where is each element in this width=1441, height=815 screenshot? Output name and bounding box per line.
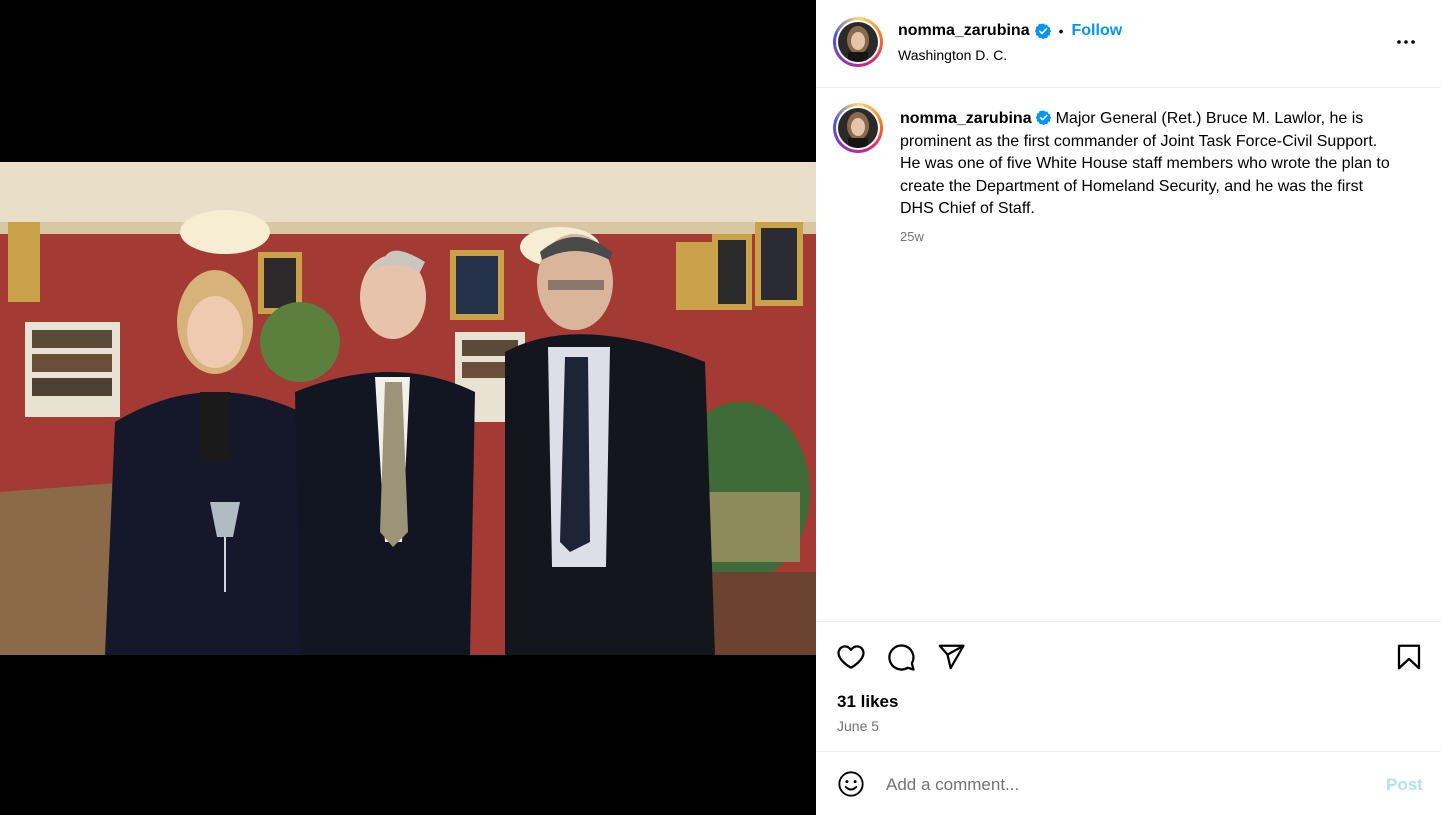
avatar[interactable] [833,17,883,67]
post-caption: nomma_zarubina Major General (Ret.) Bruc… [900,108,1400,221]
header-name-row: nomma_zarubina • Follow [898,22,1122,40]
instagram-post-viewer: nomma_zarubina • Follow Washington D. C. [0,0,1441,815]
emoji-icon[interactable] [837,770,865,798]
username-link[interactable]: nomma_zarubina [898,22,1030,40]
caption-username-link[interactable]: nomma_zarubina [900,110,1032,127]
comments-area: nomma_zarubina Major General (Ret.) Bruc… [816,88,1441,622]
comment-input[interactable] [886,770,1356,800]
more-options-icon[interactable] [1394,30,1418,54]
share-icon[interactable] [936,642,966,672]
caption-avatar[interactable] [833,103,883,153]
post-date[interactable]: June 5 [837,718,879,734]
media-pane [0,0,816,815]
separator-dot: • [1058,23,1064,39]
verified-badge-icon [1034,23,1051,39]
bookmark-icon[interactable] [1394,642,1424,672]
post-photo[interactable] [0,162,816,655]
post-comment-button[interactable]: Post [1386,775,1423,795]
heart-icon[interactable] [836,642,866,672]
avatar-photo [838,22,878,62]
location-link[interactable]: Washington D. C. [898,47,1007,63]
post-details-panel: nomma_zarubina • Follow Washington D. C. [816,0,1441,815]
likes-count[interactable]: 31 likes [837,692,898,712]
action-bar: 31 likes June 5 [816,622,1441,752]
avatar-photo [838,108,878,148]
post-header: nomma_zarubina • Follow Washington D. C. [816,0,1441,88]
post-age[interactable]: 25w [900,229,924,244]
comment-icon[interactable] [886,642,916,672]
verified-badge-icon [1035,110,1051,125]
follow-button[interactable]: Follow [1072,22,1123,40]
add-comment-section: Post [816,752,1441,815]
